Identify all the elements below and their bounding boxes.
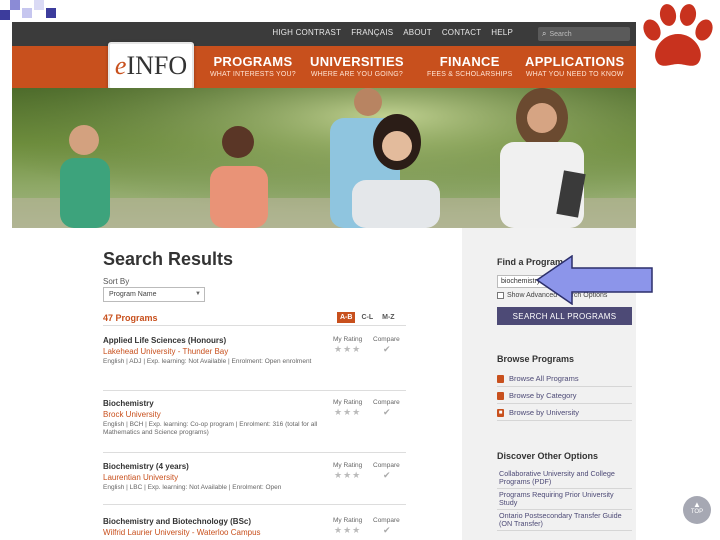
- contact-link[interactable]: CONTACT: [437, 28, 486, 37]
- main-nav: e INFO PROGRAMS WHAT INTERESTS YOU? UNIVE…: [12, 42, 636, 90]
- browse-category-label: Browse by Category: [509, 391, 577, 400]
- hero-photo: [12, 88, 636, 228]
- rating-label: My Rating: [333, 462, 363, 469]
- nav-programs-label: PROGRAMS: [213, 54, 293, 69]
- back-to-top-button[interactable]: ▲ TOP: [683, 496, 711, 524]
- students-photo: [12, 88, 636, 228]
- compare-check-icon[interactable]: ✔: [383, 407, 391, 418]
- divider: [103, 390, 406, 391]
- compare-check-icon[interactable]: ✔: [383, 344, 391, 355]
- rating-stars[interactable]: ★★★: [334, 344, 361, 355]
- divider: [103, 504, 406, 505]
- nav-programs-sub: WHAT INTERESTS YOU?: [210, 71, 296, 78]
- page-title: Search Results: [103, 249, 234, 269]
- einfo-logo[interactable]: e INFO: [108, 42, 194, 90]
- sort-label: Sort By: [103, 277, 130, 286]
- arrow-up-icon: ▲: [693, 500, 701, 509]
- left-arrow-icon: [536, 255, 653, 305]
- logo-name: INFO: [126, 51, 188, 80]
- rating-label: My Rating: [333, 399, 363, 406]
- search-icon: ⌕: [542, 29, 547, 38]
- program-meta: English | BCH | Exp. learning: Co-op pro…: [103, 421, 318, 436]
- alpha-filter-c-l[interactable]: C-L: [358, 312, 376, 323]
- sort-value: Program Name: [109, 291, 157, 298]
- divider: [103, 452, 406, 453]
- nav-universities-label: UNIVERSITIES: [310, 54, 404, 69]
- rating-stars[interactable]: ★★★: [334, 470, 361, 481]
- alpha-filter-a-b[interactable]: A-B: [337, 312, 356, 323]
- paw-print-icon: [643, 4, 713, 66]
- utility-bar: HIGH CONTRAST FRANÇAIS ABOUT CONTACT HEL…: [12, 22, 636, 46]
- browse-all-link[interactable]: Browse All Programs: [497, 370, 632, 387]
- nav-applications-label: APPLICATIONS: [525, 54, 625, 69]
- high-contrast-link[interactable]: HIGH CONTRAST: [267, 28, 346, 37]
- browse-all-label: Browse All Programs: [509, 374, 579, 383]
- logo-prefix: e: [114, 51, 127, 80]
- result-item: Applied Life Sciences (Honours) Lakehead…: [103, 336, 406, 366]
- advanced-options-checkbox[interactable]: [497, 292, 504, 299]
- rating-label: My Rating: [333, 517, 363, 524]
- alpha-filter: A-B C-L M-Z: [337, 312, 398, 323]
- rating-stars[interactable]: ★★★: [334, 525, 361, 536]
- program-meta: English | LBC | Exp. learning: Not Avail…: [103, 484, 282, 491]
- help-link[interactable]: HELP: [486, 28, 518, 37]
- browse-university-link[interactable]: ■ Browse by University: [497, 404, 632, 421]
- discover-link[interactable]: Ontario Postsecondary Transfer Guide (ON…: [497, 510, 632, 531]
- university-icon: ■: [497, 408, 504, 417]
- book-icon: [497, 391, 504, 400]
- result-item: Biochemistry (4 years) Laurentian Univer…: [103, 462, 406, 492]
- chevron-down-icon: ▼: [195, 291, 201, 297]
- compare-check-icon[interactable]: ✔: [383, 470, 391, 481]
- browse-category-link[interactable]: Browse by Category: [497, 387, 632, 404]
- results-count: 47 Programs: [103, 313, 158, 323]
- book-icon: [497, 374, 504, 383]
- rating-label: My Rating: [333, 336, 363, 343]
- nav-applications-sub: WHAT YOU NEED TO KNOW: [525, 71, 624, 78]
- nav-universities-sub: WHERE ARE YOU GOING?: [310, 71, 404, 78]
- alpha-filter-m-z[interactable]: M-Z: [379, 312, 397, 323]
- browse-university-label: Browse by University: [509, 408, 580, 417]
- site-search-input[interactable]: ⌕ Search: [538, 27, 630, 41]
- rating-stars[interactable]: ★★★: [334, 407, 361, 418]
- utility-links: HIGH CONTRAST FRANÇAIS ABOUT CONTACT HEL…: [267, 28, 518, 37]
- compare-label: Compare: [373, 336, 400, 343]
- back-to-top-label: TOP: [690, 509, 704, 515]
- nav-applications[interactable]: APPLICATIONS WHAT YOU NEED TO KNOW: [525, 54, 624, 78]
- compare-check-icon[interactable]: ✔: [383, 525, 391, 536]
- francais-link[interactable]: FRANÇAIS: [346, 28, 398, 37]
- about-link[interactable]: ABOUT: [398, 28, 437, 37]
- result-item: Biochemistry Brock University English | …: [103, 399, 406, 437]
- sort-select[interactable]: Program Name ▼: [103, 287, 205, 302]
- discover-link[interactable]: Collaborative University and College Pro…: [497, 468, 632, 489]
- nav-programs[interactable]: PROGRAMS WHAT INTERESTS YOU?: [210, 54, 296, 78]
- nav-finance-label: FINANCE: [439, 54, 500, 69]
- divider: [103, 325, 406, 326]
- search-placeholder: Search: [549, 30, 572, 38]
- discover-list: Collaborative University and College Pro…: [497, 468, 632, 531]
- discover-link[interactable]: Programs Requiring Prior University Stud…: [497, 489, 632, 510]
- compare-label: Compare: [373, 462, 400, 469]
- discover-options-title: Discover Other Options: [497, 451, 599, 461]
- compare-label: Compare: [373, 399, 400, 406]
- nav-finance[interactable]: FINANCE FEES & SCHOLARSHIPS: [427, 54, 513, 78]
- browse-list: Browse All Programs Browse by Category ■…: [497, 370, 632, 421]
- result-item: Biochemistry and Biotechnology (BSc) Wil…: [103, 517, 406, 537]
- program-meta: English | ADJ | Exp. learning: Not Avail…: [103, 358, 312, 365]
- compare-label: Compare: [373, 517, 400, 524]
- nav-universities[interactable]: UNIVERSITIES WHERE ARE YOU GOING?: [310, 54, 404, 78]
- search-all-programs-button[interactable]: SEARCH ALL PROGRAMS: [497, 307, 632, 325]
- browse-programs-title: Browse Programs: [497, 354, 575, 364]
- nav-finance-sub: FEES & SCHOLARSHIPS: [427, 71, 513, 78]
